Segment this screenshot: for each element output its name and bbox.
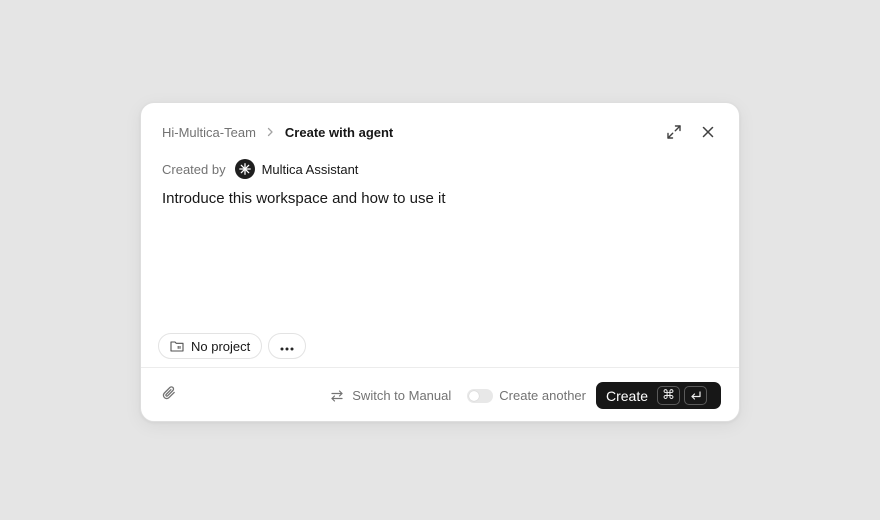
create-button[interactable]: Create ⌘ xyxy=(596,382,721,409)
create-button-label: Create xyxy=(606,387,649,404)
more-horizontal-icon xyxy=(280,339,294,354)
command-key-icon: ⌘ xyxy=(657,386,681,405)
dialog-footer: Switch to Manual Create another Create ⌘ xyxy=(141,368,739,423)
switch-to-manual-button[interactable]: Switch to Manual xyxy=(330,388,451,403)
enter-key-icon xyxy=(684,386,707,405)
project-chip[interactable]: No project xyxy=(158,333,263,359)
asterisk-icon xyxy=(234,159,255,179)
breadcrumb-current: Create with agent xyxy=(284,124,394,140)
project-chip-label: No project xyxy=(191,338,251,354)
breadcrumb-workspace[interactable]: Hi-Multica-Team xyxy=(162,125,256,140)
expand-icon[interactable] xyxy=(663,121,685,143)
create-another-toggle-wrap[interactable]: Create another xyxy=(467,388,586,403)
more-options-button[interactable] xyxy=(268,333,307,359)
footer-actions: Switch to Manual Create another Create ⌘ xyxy=(330,382,721,409)
chip-row: No project xyxy=(158,333,307,359)
header-actions xyxy=(663,121,719,143)
chevron-right-icon xyxy=(266,127,274,137)
dialog-header: Hi-Multica-Team Create with agent xyxy=(162,122,719,142)
create-with-agent-dialog: Hi-Multica-Team Create with agent Create… xyxy=(140,102,740,422)
create-another-label: Create another xyxy=(499,388,586,403)
paperclip-icon[interactable] xyxy=(161,385,177,406)
created-by-label: Created by xyxy=(162,161,226,177)
creator-row: Created by Multica Assistant xyxy=(162,158,358,180)
creator-name: Multica Assistant xyxy=(261,161,359,177)
create-another-toggle[interactable] xyxy=(467,388,494,403)
close-icon[interactable] xyxy=(697,121,719,143)
switch-to-manual-label: Switch to Manual xyxy=(352,388,452,403)
swap-arrows-icon xyxy=(330,389,344,403)
prompt-input[interactable]: Introduce this workspace and how to use … xyxy=(162,189,722,209)
folder-icon xyxy=(170,340,184,352)
toggle-knob xyxy=(469,390,480,401)
